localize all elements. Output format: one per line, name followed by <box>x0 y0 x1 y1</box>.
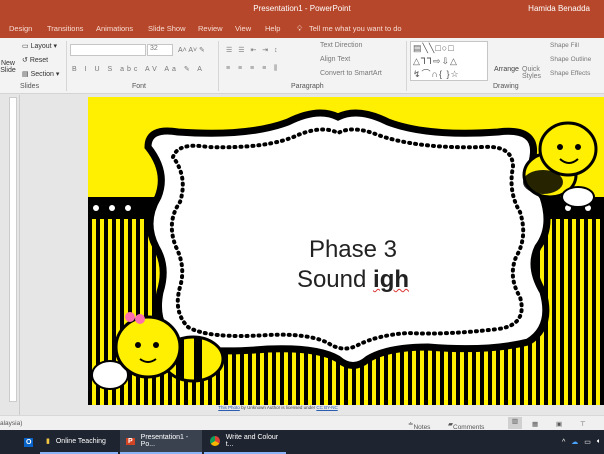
font-size-input[interactable]: 32 <box>147 44 173 56</box>
slide-title-line2: Sound igh <box>278 265 428 295</box>
layout-label: Layout <box>30 43 52 50</box>
slide-sorter-icon[interactable]: ▦ <box>532 420 538 428</box>
tell-me-search[interactable]: Tell me what you want to do <box>309 24 402 33</box>
sound-label: Sound <box>296 266 374 293</box>
font-grow-shrink-buttons[interactable]: A˄ A˅ ✎ <box>178 46 205 54</box>
lightbulb-icon: 💡︎ <box>297 24 303 33</box>
user-name[interactable]: Hamida Benadda <box>528 4 590 13</box>
tab-slide-show[interactable]: Slide Show <box>148 24 186 33</box>
folder-icon: ▮ <box>46 438 50 445</box>
taskbar-label: Presentation1 - Po... <box>140 434 189 448</box>
taskbar-label: Online Teaching <box>55 437 106 445</box>
section-button[interactable]: ▤ Section ▾ <box>22 70 59 78</box>
title-bar: Presentation1 - PowerPoint Hamida Benadd… <box>0 0 604 18</box>
layout-button[interactable]: ▭ Layout ▾ <box>22 42 57 50</box>
section-label: Section <box>30 71 54 78</box>
window-title: Presentation1 - PowerPoint <box>253 4 351 13</box>
reset-label: Reset <box>29 57 49 64</box>
license-link[interactable]: CC BY-NC <box>316 405 337 410</box>
ribbon: New Slide ▭ Layout ▾ ↺ Reset ▤ Section ▾… <box>0 38 604 94</box>
language-indicator[interactable]: alaysia) <box>0 420 22 427</box>
tab-review[interactable]: Review <box>198 24 223 33</box>
quick-styles-button[interactable]: Quick Styles <box>522 66 546 80</box>
shapes-gallery[interactable]: ▤╲╲□○□ △⅂⅂⇨⇩△ ↯⌒∩{ }☆ <box>410 41 488 81</box>
attribution-text: by Unknown Author is licensed under <box>239 405 317 410</box>
ribbon-tabs: Design Transitions Animations Slide Show… <box>0 18 604 38</box>
group-paragraph-label: Paragraph <box>291 83 324 90</box>
notes-button[interactable]: ≐ Notes <box>408 420 430 431</box>
group-slides-label: Slides <box>20 83 40 90</box>
reading-view-icon[interactable]: ▣ <box>556 420 562 428</box>
taskbar: O ▮ Online Teaching P Presentation1 - Po..… <box>0 430 604 454</box>
chrome-icon <box>210 436 220 446</box>
tab-view[interactable]: View <box>235 24 251 33</box>
reset-button[interactable]: ↺ Reset <box>22 56 48 64</box>
font-name-input[interactable] <box>70 44 146 56</box>
taskbar-item-explorer[interactable]: ▮ Online Teaching <box>40 430 118 454</box>
text-direction-button[interactable]: Text Direction <box>320 42 362 49</box>
shape-fill-button[interactable]: Shape Fill <box>550 42 579 49</box>
align-text-button[interactable]: Align Text <box>320 56 350 63</box>
align-buttons[interactable]: ≡ ≡ ≡ ≡ ⫼ <box>226 65 280 73</box>
image-attribution: This Photo by Unknown Author is licensed… <box>88 405 468 410</box>
normal-view-icon[interactable]: ▥ <box>508 417 522 429</box>
outlook-taskbar-icon[interactable]: O <box>18 430 34 454</box>
status-bar: alaysia) ≐ Notes ▰ Comments ▥ ▦ ▣ ⊤ <box>0 415 604 431</box>
convert-smartart-button[interactable]: Convert to SmartArt <box>320 70 382 77</box>
slide-canvas[interactable]: Phase 3 Sound igh <box>88 97 604 405</box>
taskbar-label: Write and Colour t... <box>225 434 279 448</box>
taskbar-item-chrome[interactable]: Write and Colour t... <box>204 430 286 454</box>
list-buttons[interactable]: ☰ ☰ ⇤ ⇥ ↕ <box>226 46 280 54</box>
slide-title-textbox[interactable]: Phase 3 Sound igh <box>278 235 428 295</box>
slide-thumbnail-pane[interactable] <box>0 95 20 415</box>
new-slide-button[interactable]: New Slide <box>0 60 16 74</box>
taskbar-item-powerpoint[interactable]: P Presentation1 - Po... <box>120 430 202 454</box>
sound-igh: igh <box>373 266 410 293</box>
tab-design[interactable]: Design <box>9 24 32 33</box>
system-tray[interactable]: ^ ☁ ▭ 🔈︎ <box>556 430 601 454</box>
powerpoint-icon: P <box>126 437 135 445</box>
font-format-buttons[interactable]: B I U S abc AV Aa ✎ A <box>72 65 205 73</box>
group-font-label: Font <box>132 83 147 90</box>
shape-effects-button[interactable]: Shape Effects <box>550 70 590 77</box>
slide-title-line1: Phase 3 <box>308 236 398 263</box>
photo-link[interactable]: This Photo <box>218 405 240 410</box>
group-drawing-label: Drawing <box>493 83 519 90</box>
tab-transitions[interactable]: Transitions <box>47 24 83 33</box>
tab-help[interactable]: Help <box>265 24 280 33</box>
arrange-button[interactable]: Arrange <box>494 66 519 73</box>
shape-outline-button[interactable]: Shape Outline <box>550 56 591 63</box>
thumbnail-scrollbar[interactable] <box>9 97 17 402</box>
slideshow-icon[interactable]: ⊤ <box>580 420 586 428</box>
comments-button[interactable]: ▰ Comments <box>448 420 484 431</box>
tab-animations[interactable]: Animations <box>96 24 133 33</box>
